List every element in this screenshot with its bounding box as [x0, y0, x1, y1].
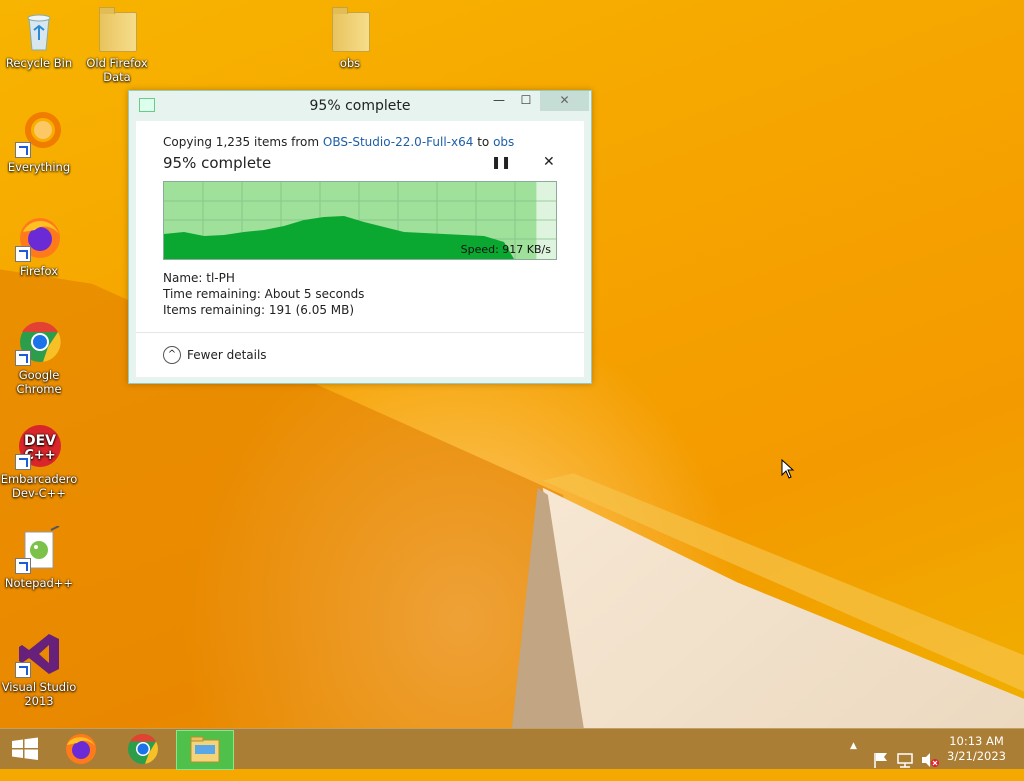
- file-explorer-icon: [190, 736, 220, 763]
- transfer-speed-graph: Speed: 917 KB/s: [163, 181, 557, 260]
- copy-prefix-text: Copying 1,235 items from: [163, 135, 323, 149]
- desktop-icon-google-chrome[interactable]: Google Chrome: [0, 318, 78, 396]
- items-remaining-row: Items remaining: 191 (6.05 MB): [163, 303, 354, 317]
- destination-folder-link[interactable]: obs: [493, 135, 514, 149]
- copy-progress-dialog: 95% complete — ☐ ✕ Copying 1,235 items f…: [128, 90, 592, 384]
- desktop-icon-notepadpp[interactable]: Notepad++: [0, 525, 78, 590]
- desktop-icon-firefox[interactable]: Firefox: [0, 214, 78, 278]
- fewer-details-label: Fewer details: [187, 348, 267, 362]
- desktop-icon-label: Embarcadero Dev-C++: [0, 472, 78, 500]
- time-remaining-value: About 5 seconds: [264, 287, 365, 301]
- time-remaining-label: Time remaining:: [163, 287, 265, 301]
- cancel-copy-button[interactable]: ✕: [543, 154, 555, 170]
- pause-button[interactable]: ❚❚: [491, 155, 511, 169]
- clock-date: 3/21/2023: [947, 749, 1006, 763]
- desktop-icon-label: Visual Studio 2013: [1, 680, 77, 708]
- desktop-icon-old-firefox-data[interactable]: Old Firefox Data: [78, 6, 156, 84]
- desktop-icon-label: obs: [339, 56, 361, 70]
- network-icon[interactable]: [896, 740, 914, 780]
- chrome-icon: [128, 734, 158, 764]
- windows-logo-icon: [12, 737, 38, 760]
- name-value: tl-PH: [206, 271, 235, 285]
- volume-muted-icon[interactable]: [920, 740, 940, 780]
- chevron-up-icon: ^: [163, 346, 181, 364]
- visual-studio-icon: [15, 630, 63, 678]
- desktop-icon-label: Old Firefox Data: [86, 56, 148, 84]
- name-label: Name:: [163, 271, 207, 285]
- mouse-cursor-icon: [781, 459, 795, 479]
- taskbar-firefox[interactable]: [53, 730, 109, 768]
- shortcut-arrow-icon: [15, 246, 31, 262]
- desktop-icon-visual-studio[interactable]: Visual Studio 2013: [0, 630, 78, 708]
- items-remaining-value: 191 (6.05 MB): [268, 303, 355, 317]
- desktop-icon-label: Google Chrome: [16, 368, 62, 396]
- shortcut-arrow-icon: [15, 558, 31, 574]
- dialog-content: Copying 1,235 items from OBS-Studio-22.0…: [136, 121, 584, 377]
- minimize-button[interactable]: —: [486, 91, 512, 111]
- desktop-icon-label: Notepad++: [4, 576, 74, 590]
- close-button[interactable]: ✕: [540, 91, 589, 111]
- copy-description: Copying 1,235 items from OBS-Studio-22.0…: [163, 135, 514, 149]
- folder-icon: [326, 6, 374, 54]
- clock[interactable]: 10:13 AM 3/21/2023: [947, 734, 1006, 764]
- fewer-details-button[interactable]: ^ Fewer details: [163, 346, 267, 364]
- dialog-titlebar[interactable]: 95% complete — ☐ ✕: [129, 91, 591, 121]
- clock-time: 10:13 AM: [949, 734, 1004, 748]
- taskbar: ▲ 10:13 AM 3/21/2023: [0, 728, 1024, 770]
- shortcut-arrow-icon: [15, 662, 31, 678]
- folder-icon: [93, 6, 141, 54]
- desktop-icon-recycle-bin[interactable]: Recycle Bin: [0, 6, 78, 70]
- desktop-icon-label: Recycle Bin: [5, 56, 73, 70]
- divider: [136, 332, 584, 333]
- maximize-button[interactable]: ☐: [513, 91, 539, 111]
- progress-percent-text: 95% complete: [163, 154, 272, 172]
- notepadpp-icon: [15, 525, 63, 574]
- speed-text: Speed: 917 KB/s: [460, 243, 551, 256]
- time-remaining-row: Time remaining: About 5 seconds: [163, 287, 364, 301]
- name-row: Name: tl-PH: [163, 271, 235, 285]
- desktop-icon-label: Firefox: [19, 264, 59, 278]
- shortcut-arrow-icon: [15, 454, 31, 470]
- devcpp-icon: DEV C++: [15, 422, 63, 470]
- chrome-icon: [15, 318, 63, 366]
- desktop-icon-embarcadero-devcpp[interactable]: DEV C++ Embarcadero Dev-C++: [0, 422, 78, 500]
- copy-mid-text: to: [473, 135, 494, 149]
- svg-text:DEV: DEV: [24, 433, 56, 449]
- start-button[interactable]: [0, 730, 56, 768]
- desktop-icon-label: Everything: [7, 160, 71, 174]
- show-hidden-icons-button[interactable]: ▲: [850, 741, 864, 781]
- items-remaining-label: Items remaining:: [163, 303, 269, 317]
- recycle-bin-icon: [15, 6, 63, 54]
- firefox-icon: [66, 734, 96, 764]
- firefox-icon: [15, 214, 63, 262]
- everything-icon: [15, 110, 63, 158]
- shortcut-arrow-icon: [15, 142, 31, 158]
- source-folder-link[interactable]: OBS-Studio-22.0-Full-x64: [323, 135, 473, 149]
- action-center-flag-icon[interactable]: [872, 740, 890, 780]
- desktop-icon-obs[interactable]: obs: [311, 6, 389, 70]
- desktop-icon-everything[interactable]: Everything: [0, 110, 78, 174]
- shortcut-arrow-icon: [15, 350, 31, 366]
- taskbar-file-explorer[interactable]: [176, 730, 234, 770]
- taskbar-chrome[interactable]: [115, 730, 171, 768]
